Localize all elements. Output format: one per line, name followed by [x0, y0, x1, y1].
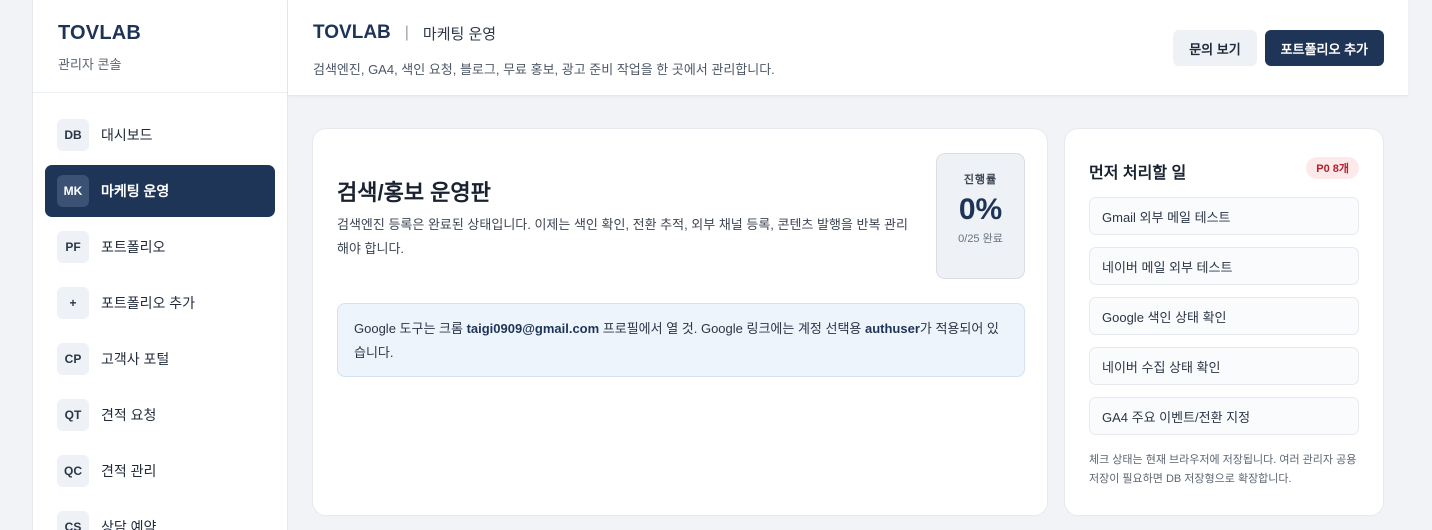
nav-badge: CS — [57, 511, 89, 530]
operations-card: 검색/홍보 운영판 검색엔진 등록은 완료된 상태입니다. 이제는 색인 확인,… — [312, 128, 1048, 516]
progress-panel: 진행률 0% 0/25 완료 — [936, 153, 1025, 279]
sidebar-item-label: 마케팅 운영 — [101, 183, 170, 199]
progress-value: 0% — [958, 193, 1003, 226]
notice-text: Google 도구는 크롬 — [354, 321, 467, 336]
header-title-row: TOVLAB | 마케팅 운영 — [313, 22, 496, 44]
nav-badge: PF — [57, 231, 89, 263]
sidebar-item-dashboard[interactable]: DB 대시보드 — [45, 109, 275, 161]
sidebar-item-label: 상담 예약 — [101, 519, 157, 530]
sidebar-item-add-portfolio[interactable]: + 포트폴리오 추가 — [45, 277, 275, 329]
view-inquiries-button[interactable]: 문의 보기 — [1173, 30, 1257, 66]
nav-badge: MK — [57, 175, 89, 207]
priority-card: 먼저 처리할 일 P0 8개 Gmail 외부 메일 테스트 네이버 메일 외부… — [1064, 128, 1384, 516]
brand-subtitle: 관리자 콘솔 — [58, 57, 122, 72]
sidebar-item-quote-management[interactable]: QC 견적 관리 — [45, 445, 275, 497]
sidebar-item-quote-request[interactable]: QT 견적 요청 — [45, 389, 275, 441]
sidebar: TOVLAB 관리자 콘솔 DB 대시보드 MK 마케팅 운영 PF 포트폴리오… — [32, 0, 288, 530]
sidebar-item-label: 포트폴리오 추가 — [101, 295, 196, 311]
sidebar-item-label: 견적 관리 — [101, 463, 157, 479]
sidebar-item-label: 견적 요청 — [101, 407, 157, 423]
sidebar-item-client-portal[interactable]: CP 고객사 포털 — [45, 333, 275, 385]
operations-title: 검색/홍보 운영판 — [337, 180, 491, 205]
google-account-notice: Google 도구는 크롬 taigi0909@gmail.com 프로필에서 … — [337, 303, 1025, 377]
page-description: 검색엔진, GA4, 색인 요청, 블로그, 무료 홍보, 광고 준비 작업을 … — [313, 62, 775, 77]
page-title: 마케팅 운영 — [422, 25, 497, 43]
sidebar-item-label: 고객사 포털 — [101, 351, 170, 367]
priority-task-item[interactable]: 네이버 메일 외부 테스트 — [1089, 247, 1359, 285]
progress-count: 0/25 완료 — [958, 233, 1003, 245]
page-header: TOVLAB | 마케팅 운영 검색엔진, GA4, 색인 요청, 블로그, 무… — [288, 0, 1408, 96]
progress-label: 진행률 — [963, 174, 998, 186]
header-actions: 문의 보기 포트폴리오 추가 — [1173, 30, 1384, 66]
nav-badge: QT — [57, 399, 89, 431]
brand-title[interactable]: TOVLAB — [58, 22, 287, 45]
sidebar-brand: TOVLAB 관리자 콘솔 — [33, 0, 287, 93]
sidebar-item-marketing[interactable]: MK 마케팅 운영 — [45, 165, 275, 217]
notice-text: 프로필에서 열 것. Google 링크에는 계정 선택용 — [599, 321, 865, 336]
priority-task-item[interactable]: Gmail 외부 메일 테스트 — [1089, 197, 1359, 235]
nav-badge: + — [57, 287, 89, 319]
priority-title: 먼저 처리할 일 — [1089, 165, 1187, 182]
priority-task-list: Gmail 외부 메일 테스트 네이버 메일 외부 테스트 Google 색인 … — [1089, 197, 1359, 447]
header-brand: TOVLAB — [313, 22, 391, 43]
storage-note: 체크 상태는 현재 브라우저에 저장됩니다. 여러 관리자 공용 저장이 필요하… — [1089, 454, 1357, 485]
sidebar-item-portfolio[interactable]: PF 포트폴리오 — [45, 221, 275, 273]
priority-task-item[interactable]: GA4 주요 이벤트/전환 지정 — [1089, 397, 1359, 435]
header-separator: | — [404, 24, 409, 41]
nav-badge: CP — [57, 343, 89, 375]
nav-badge: DB — [57, 119, 89, 151]
sidebar-item-label: 포트폴리오 — [101, 239, 166, 255]
notice-email: taigi0909@gmail.com — [466, 321, 600, 336]
operations-description: 검색엔진 등록은 완료된 상태입니다. 이제는 색인 확인, 전환 추적, 외부… — [337, 217, 908, 256]
sidebar-nav: DB 대시보드 MK 마케팅 운영 PF 포트폴리오 + 포트폴리오 추가 CP… — [33, 93, 287, 530]
priority-task-item[interactable]: Google 색인 상태 확인 — [1089, 297, 1359, 335]
nav-badge: QC — [57, 455, 89, 487]
priority-task-item[interactable]: 네이버 수집 상태 확인 — [1089, 347, 1359, 385]
notice-param: authuser — [864, 321, 920, 336]
sidebar-item-consultation[interactable]: CS 상담 예약 — [45, 501, 275, 530]
add-portfolio-button[interactable]: 포트폴리오 추가 — [1264, 30, 1384, 66]
sidebar-item-label: 대시보드 — [101, 127, 153, 143]
priority-count-badge: P0 8개 — [1306, 157, 1359, 179]
